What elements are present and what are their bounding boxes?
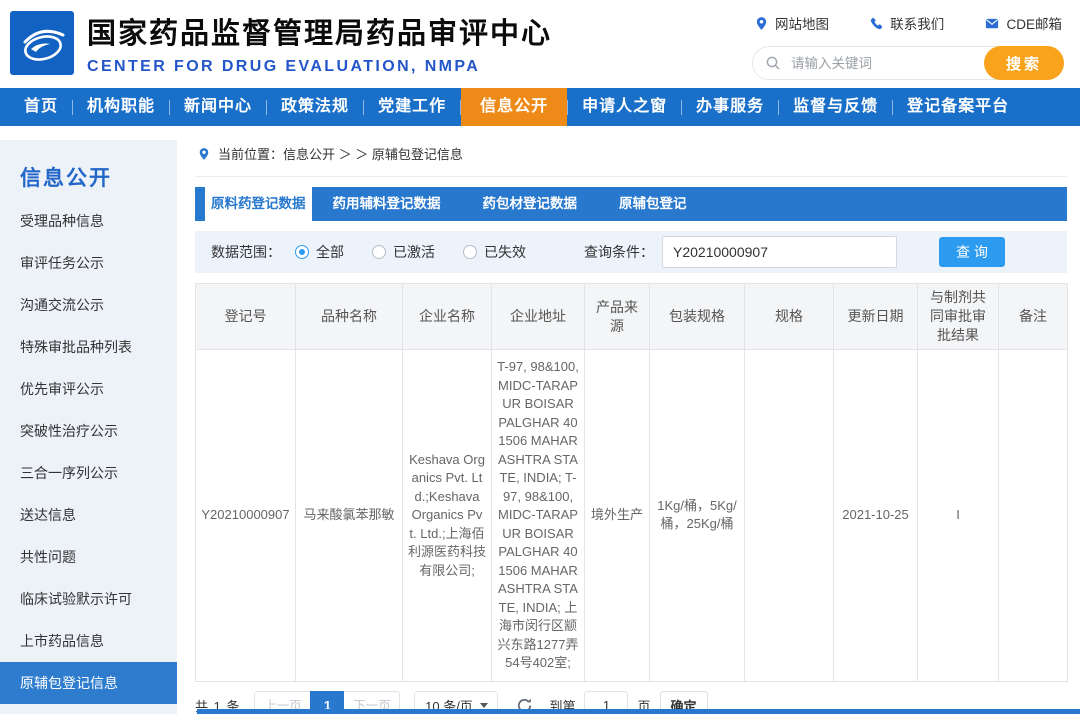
sidebar-title: 信息公开 (0, 140, 177, 200)
scope-label: 数据范围： (211, 242, 281, 262)
sidebar-item-priority-review[interactable]: 优先审评公示 (0, 368, 177, 410)
sidebar-item-marketed-drugs[interactable]: 上市药品信息 (0, 620, 177, 662)
quick-link-label: 网站地图 (775, 13, 829, 33)
radio-circle-icon (372, 245, 386, 259)
location-pin-icon (754, 16, 769, 31)
filter-bar: 数据范围： 全部 已激活 已失效 查询条件： (195, 231, 1067, 273)
cell-update-date: 2021-10-25 (834, 350, 918, 682)
nav-item-home[interactable]: 首页 (10, 88, 72, 126)
registration-table: 登记号 品种名称 企业名称 企业地址 产品来源 包装规格 规格 更新日期 与制剂… (195, 283, 1068, 682)
sidebar-item-common-issues[interactable]: 共性问题 (0, 536, 177, 578)
col-company-address: 企业地址 (492, 284, 585, 350)
col-spec: 规格 (745, 284, 834, 350)
main-area: 信息公开 受理品种信息 审评任务公示 沟通交流公示 特殊审批品种列表 优先审评公… (0, 126, 1080, 714)
nav-item-applicant-window[interactable]: 申请人之窗 (568, 88, 681, 126)
site-title-cn: 国家药品监督管理局药品审评中心 (87, 10, 552, 52)
phone-icon (869, 16, 884, 31)
site-search-button[interactable]: 搜索 (984, 46, 1064, 80)
breadcrumb: 当前位置：信息公开 ＞ ＞ 原辅包登记信息 (195, 126, 1067, 177)
sidebar-item-delivery-info[interactable]: 送达信息 (0, 494, 177, 536)
col-company-name: 企业名称 (403, 284, 492, 350)
site-header: 国家药品监督管理局药品审评中心 CENTER FOR DRUG EVALUATI… (0, 0, 1080, 88)
radio-label: 已激活 (393, 242, 435, 262)
nav-item-services[interactable]: 办事服务 (682, 88, 778, 126)
sidebar: 信息公开 受理品种信息 审评任务公示 沟通交流公示 特殊审批品种列表 优先审评公… (0, 140, 177, 714)
radio-all[interactable]: 全部 (295, 242, 344, 262)
sidebar-item-clinical-trial-license[interactable]: 临床试验默示许可 (0, 578, 177, 620)
radio-activated[interactable]: 已激活 (372, 242, 435, 262)
sidebar-item-raw-aux-pack-registration[interactable]: 原辅包登记信息 (0, 662, 177, 704)
header-right: 网站地图 联系我们 CDE邮箱 (752, 0, 1064, 80)
col-remark: 备注 (999, 284, 1068, 350)
col-reg-no: 登记号 (196, 284, 296, 350)
cell-joint-review-result: I (918, 350, 999, 682)
content: 当前位置：信息公开 ＞ ＞ 原辅包登记信息 原料药登记数据 药用辅料登记数据 药… (195, 126, 1067, 714)
breadcrumb-text: 当前位置：信息公开 ＞ ＞ 原辅包登记信息 (218, 144, 463, 163)
cde-logo-icon (10, 11, 74, 75)
link-site-map[interactable]: 网站地图 (754, 13, 829, 33)
col-package-spec: 包装规格 (650, 284, 745, 350)
nav-item-registration-platform[interactable]: 登记备案平台 (893, 88, 1023, 126)
location-pin-icon (197, 147, 211, 161)
cell-remark (999, 350, 1068, 682)
nav-item-party-building[interactable]: 党建工作 (364, 88, 460, 126)
main-nav: 首页 机构职能 新闻中心 政策法规 党建工作 信息公开 申请人之窗 办事服务 监… (0, 88, 1080, 126)
scope-radio-group: 全部 已激活 已失效 (295, 242, 526, 262)
radio-label: 已失效 (484, 242, 526, 262)
nav-item-functions[interactable]: 机构职能 (73, 88, 169, 126)
nav-item-supervision-feedback[interactable]: 监督与反馈 (779, 88, 892, 126)
quick-link-label: 联系我们 (890, 13, 944, 33)
col-joint-review-result: 与制剂共同审批审批结果 (918, 284, 999, 350)
brand: 国家药品监督管理局药品审评中心 CENTER FOR DRUG EVALUATI… (0, 0, 552, 76)
cell-package-spec: 1Kg/桶，5Kg/桶，25Kg/桶 (650, 350, 745, 682)
footer-top-border (197, 709, 1080, 714)
nav-item-news[interactable]: 新闻中心 (170, 88, 266, 126)
quick-link-label: CDE邮箱 (1006, 13, 1062, 33)
tab-packaging-registration-data[interactable]: 药包材登记数据 (462, 187, 599, 221)
col-product-source: 产品来源 (585, 284, 650, 350)
cell-company-address: T-97, 98&100, MIDC-TARAPUR BOISAR PALGHA… (492, 350, 585, 682)
cell-reg-no: Y20210000907 (196, 350, 296, 682)
sidebar-item-breakthrough-therapy[interactable]: 突破性治疗公示 (0, 410, 177, 452)
tab-raw-aux-pack-registration[interactable]: 原辅包登记 (598, 187, 708, 221)
nav-item-policies[interactable]: 政策法规 (267, 88, 363, 126)
col-update-date: 更新日期 (834, 284, 918, 350)
cell-product-name: 马来酸氯苯那敏 (296, 350, 403, 682)
nav-item-info-disclosure[interactable]: 信息公开 (461, 88, 567, 126)
sidebar-item-communication[interactable]: 沟通交流公示 (0, 284, 177, 326)
query-button[interactable]: 查 询 (939, 237, 1005, 267)
site-search: 搜索 (752, 46, 1064, 80)
radio-circle-icon (463, 245, 477, 259)
search-icon (765, 55, 781, 71)
caret-down-icon (480, 703, 488, 708)
table-header-row: 登记号 品种名称 企业名称 企业地址 产品来源 包装规格 规格 更新日期 与制剂… (196, 284, 1068, 350)
radio-label: 全部 (316, 242, 344, 262)
quick-links: 网站地图 联系我们 CDE邮箱 (752, 13, 1064, 33)
cell-spec (745, 350, 834, 682)
query-label: 查询条件： (584, 242, 654, 262)
site-title-en: CENTER FOR DRUG EVALUATION, NMPA (87, 58, 552, 76)
site-titles: 国家药品监督管理局药品审评中心 CENTER FOR DRUG EVALUATI… (87, 10, 552, 76)
tab-bar: 原料药登记数据 药用辅料登记数据 药包材登记数据 原辅包登记 (195, 187, 1067, 221)
cell-company-name: Keshava Organics Pvt. Ltd.;Keshava Organ… (403, 350, 492, 682)
sidebar-item-accepted-products[interactable]: 受理品种信息 (0, 200, 177, 242)
sidebar-item-review-tasks[interactable]: 审评任务公示 (0, 242, 177, 284)
tab-api-registration-data[interactable]: 原料药登记数据 (205, 187, 312, 221)
envelope-icon (984, 16, 1000, 31)
link-contact-us[interactable]: 联系我们 (869, 13, 944, 33)
query-condition-input[interactable] (662, 236, 897, 268)
tab-excipient-registration-data[interactable]: 药用辅料登记数据 (312, 187, 462, 221)
table-row: Y20210000907 马来酸氯苯那敏 Keshava Organics Pv… (196, 350, 1068, 682)
radio-circle-icon (295, 245, 309, 259)
cde-website-page: 国家药品监督管理局药品审评中心 CENTER FOR DRUG EVALUATI… (0, 0, 1080, 714)
col-product-name: 品种名称 (296, 284, 403, 350)
radio-expired[interactable]: 已失效 (463, 242, 526, 262)
link-cde-mail[interactable]: CDE邮箱 (984, 13, 1062, 33)
cell-product-source: 境外生产 (585, 350, 650, 682)
sidebar-item-special-approval-list[interactable]: 特殊审批品种列表 (0, 326, 177, 368)
sidebar-item-three-in-one[interactable]: 三合一序列公示 (0, 452, 177, 494)
